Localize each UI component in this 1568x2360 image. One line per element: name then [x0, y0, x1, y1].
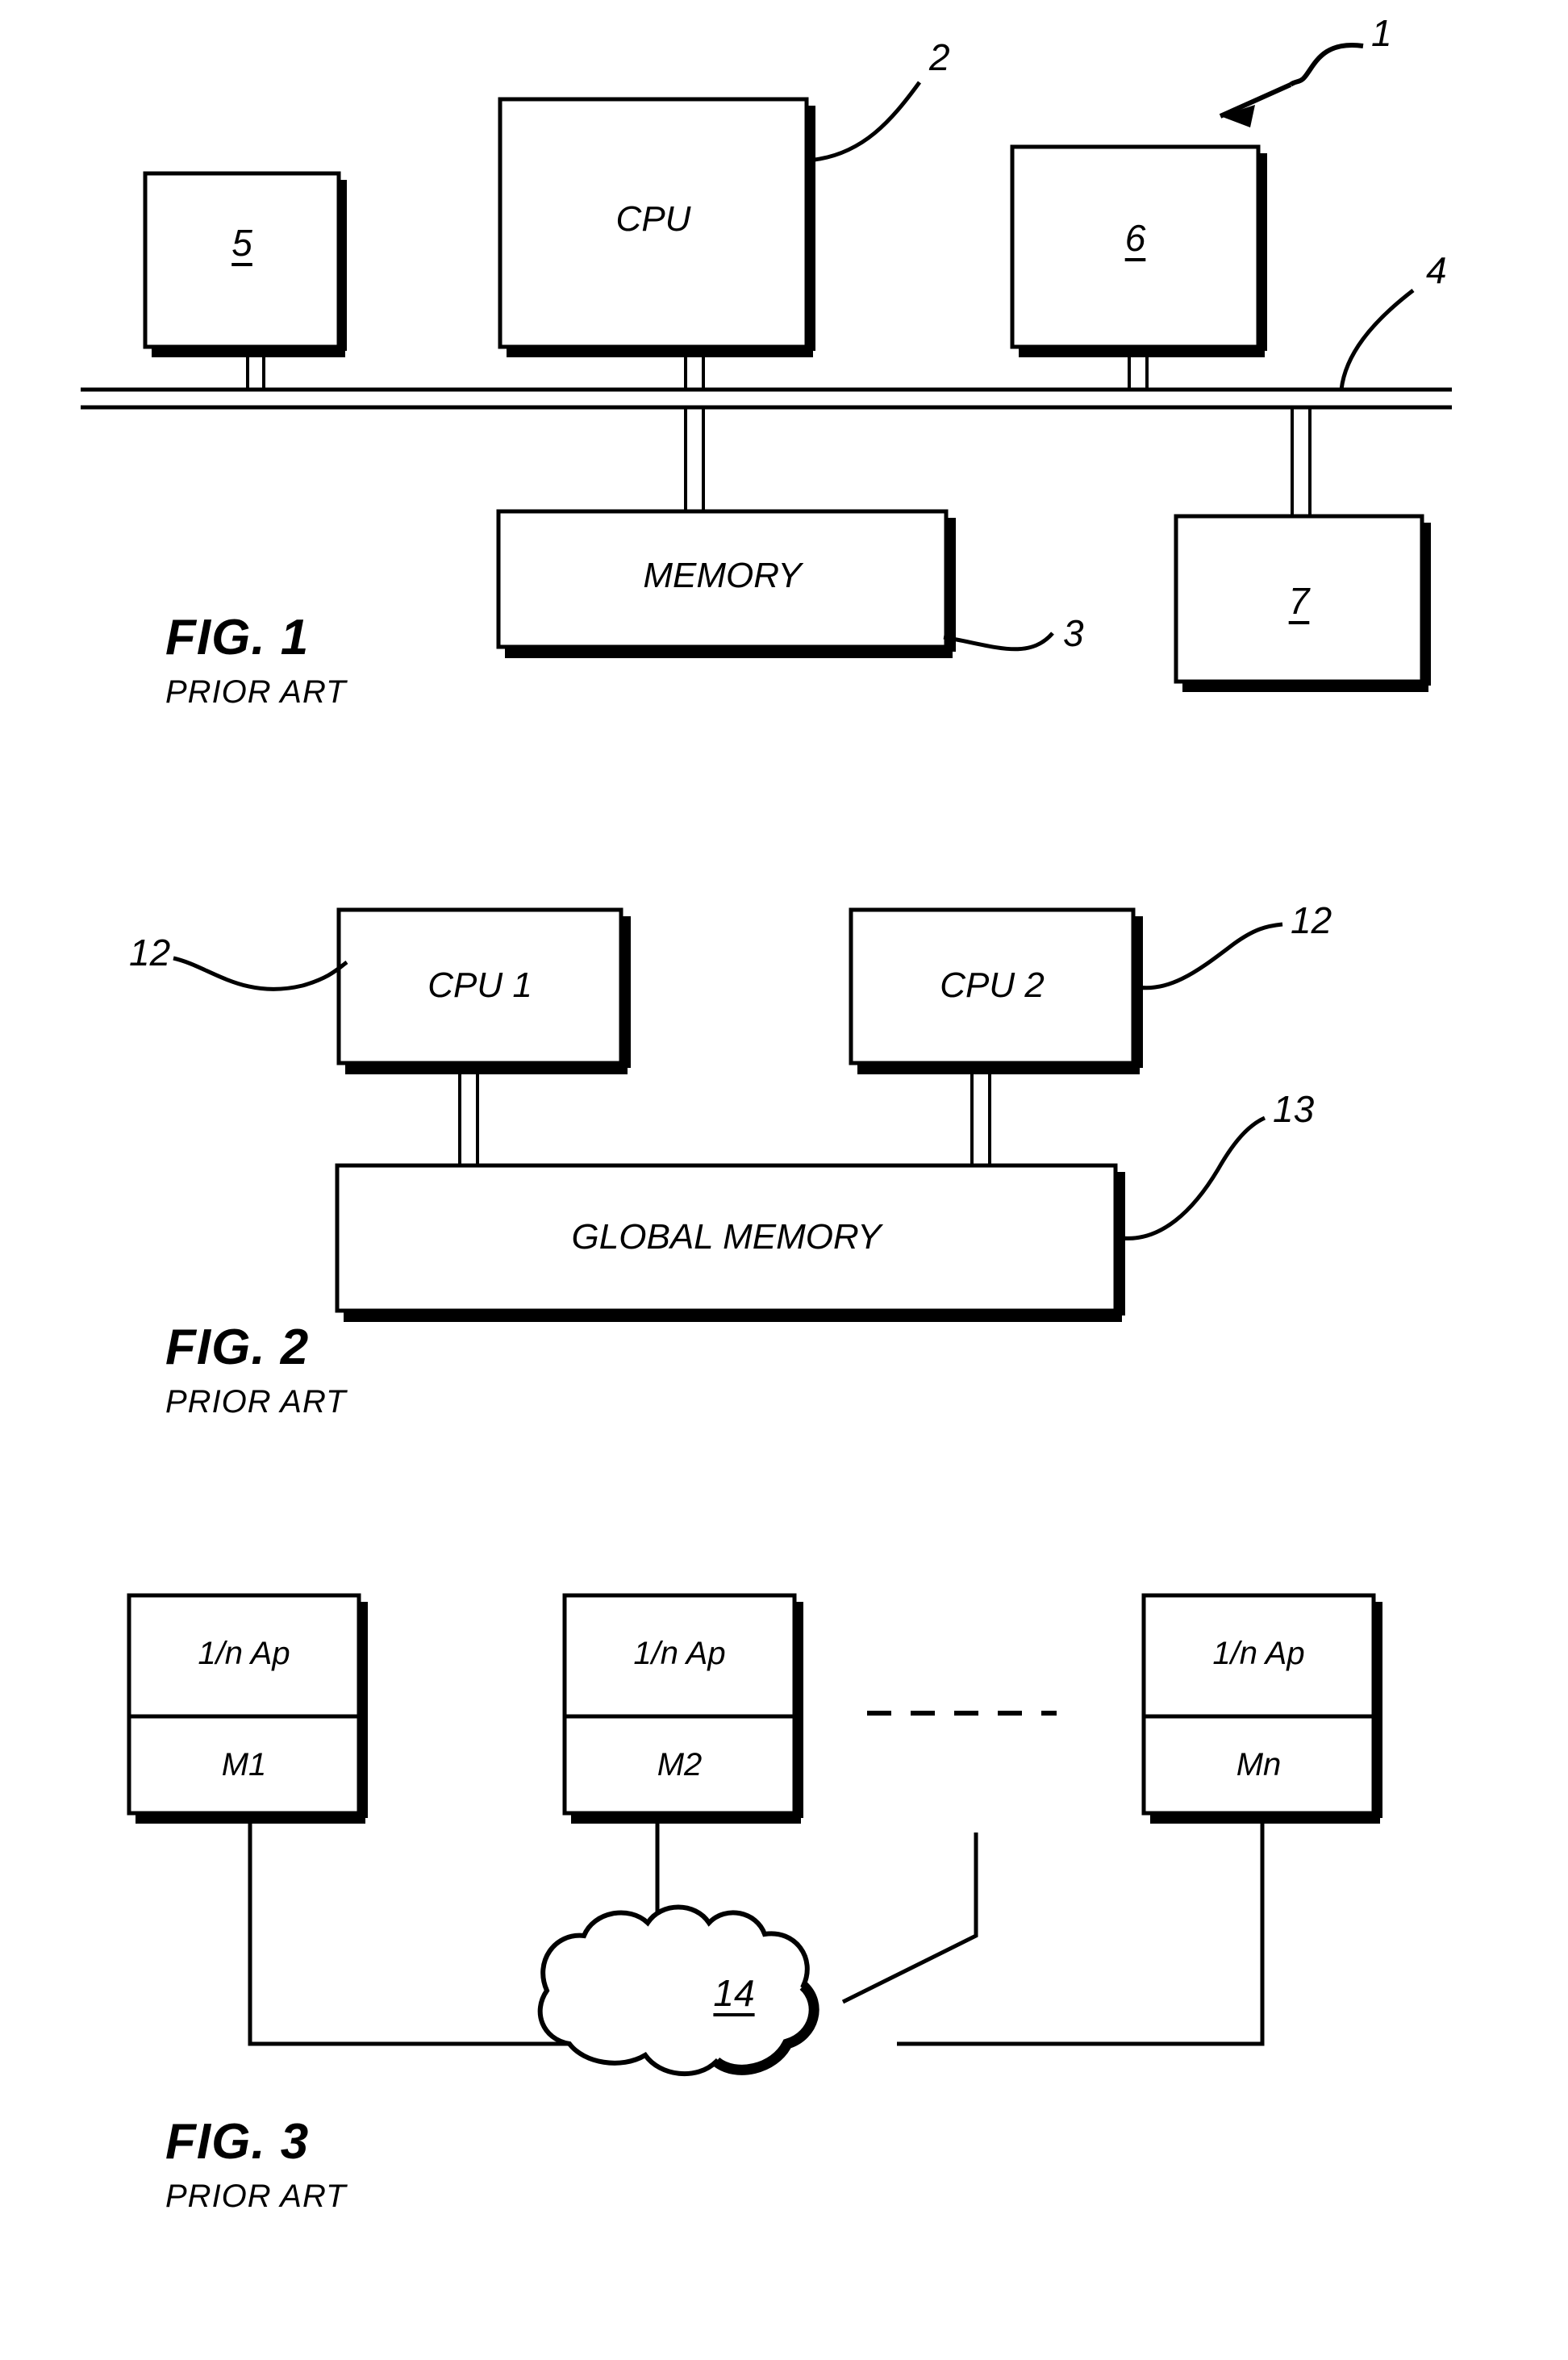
callout-1-label: 1 [1371, 12, 1392, 54]
fig1-caption: FIG. 1 PRIOR ART [165, 610, 347, 710]
fig3-caption: FIG. 3 PRIOR ART [165, 2114, 347, 2214]
leader-3 [943, 632, 1054, 652]
leader-12-right [1132, 922, 1283, 990]
node-mn-bottom-label: Mn [1236, 1747, 1282, 1783]
callout-13-label: 13 [1273, 1088, 1315, 1130]
leader-1 [1219, 42, 1364, 127]
node-m2-bottom-label: M2 [657, 1747, 703, 1783]
callout-2-label: 2 [929, 36, 950, 78]
node-m1-bottom-label: M1 [221, 1747, 267, 1783]
fig2-subtitle: PRIOR ART [165, 1384, 347, 1420]
node-mn-top-label: 1/n Ap [1212, 1636, 1305, 1671]
cpu-1-memory-link [458, 1070, 479, 1167]
link-mn-cloud [897, 1820, 1265, 2046]
block-5-shape [143, 171, 347, 357]
network-cloud-label: 14 [713, 1972, 755, 2014]
node-mn-shape [1141, 1593, 1382, 1824]
fig2-caption: FIG. 2 PRIOR ART [165, 1320, 347, 1420]
node-m2-top-label: 1/n Ap [633, 1636, 726, 1671]
fig3-subtitle: PRIOR ART [165, 2179, 347, 2214]
patent-drawing-sheet: 5 CPU 6 MEMORY 7 2 1 4 3 FIG. 1 PRIOR AR… [0, 0, 1568, 2360]
cpu-2-label: CPU 2 [940, 965, 1045, 1005]
leader-12-left [173, 956, 348, 991]
cpu-1-label: CPU 1 [427, 965, 532, 1005]
node-m1-shape [127, 1593, 368, 1824]
cpu-2-memory-link [970, 1070, 991, 1167]
leader-4 [1339, 289, 1415, 390]
node-m1-top-label: 1/n Ap [198, 1636, 290, 1671]
callout-4-label: 4 [1426, 249, 1447, 291]
callout-12-left-label: 12 [129, 932, 171, 974]
fig1-subtitle: PRIOR ART [165, 674, 347, 710]
fig2-title: FIG. 2 [165, 1320, 310, 1375]
cpu-memory-link [684, 407, 705, 513]
leader-13 [1120, 1115, 1266, 1240]
block-6-label: 6 [1124, 217, 1146, 259]
block-7-label: 7 [1288, 580, 1310, 622]
callout-3-label: 3 [1063, 612, 1084, 654]
fig1-title: FIG. 1 [165, 610, 310, 665]
leader-2 [814, 81, 922, 162]
global-memory-label: GLOBAL MEMORY [571, 1217, 882, 1257]
leader-14 [841, 1833, 978, 2004]
system-bus-shape [81, 387, 1452, 410]
callout-12-right-label: 12 [1291, 899, 1332, 941]
memory-label: MEMORY [643, 556, 802, 595]
link-m1-cloud [248, 1820, 569, 2046]
node-m2-shape [562, 1593, 803, 1824]
cpu-label: CPU [615, 199, 691, 239]
block-5-label: 5 [231, 222, 252, 264]
fig3-title: FIG. 3 [165, 2114, 310, 2170]
block-7-bus-stub [1291, 407, 1312, 518]
